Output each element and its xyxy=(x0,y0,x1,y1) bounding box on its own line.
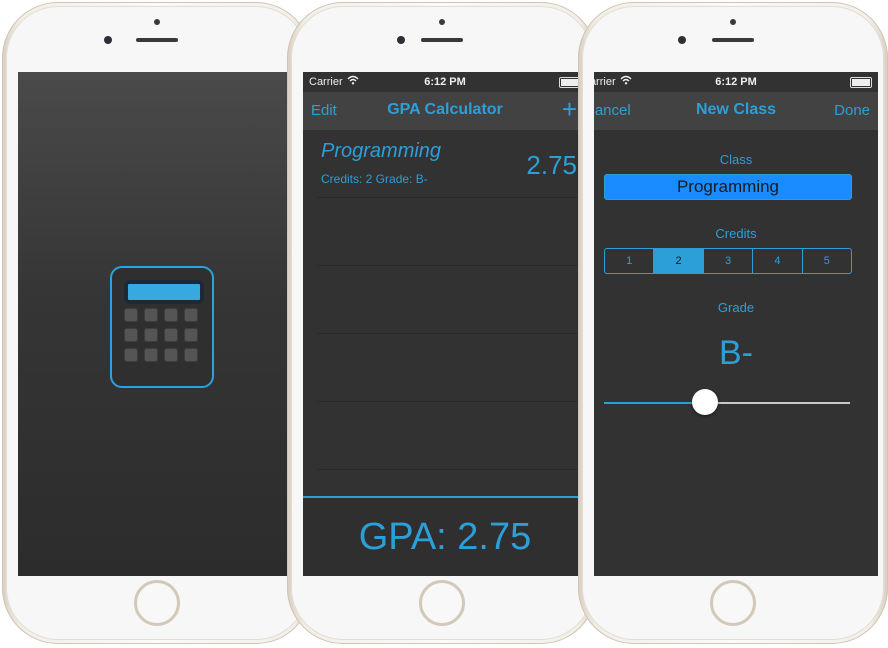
status-bar: Carrier 6:12 PM xyxy=(594,72,878,92)
navigation-bar: Edit GPA Calculator + xyxy=(303,92,587,130)
splash-screen xyxy=(18,72,302,576)
earpiece-speaker xyxy=(712,38,754,42)
empty-row xyxy=(317,198,587,266)
grade-slider-thumb[interactable] xyxy=(691,389,718,415)
class-list: Programming Credits: 2 Grade: B- 2.75 xyxy=(303,130,587,470)
battery-icon xyxy=(850,77,872,88)
credit-option-1[interactable]: 1 xyxy=(605,249,655,273)
navigation-bar: Cancel New Class Done xyxy=(594,92,878,130)
earpiece-speaker xyxy=(421,38,463,42)
gpa-total: GPA: 2.75 xyxy=(358,516,532,558)
gpa-footer: GPA: 2.75 xyxy=(303,496,587,576)
new-class-screen: Carrier 6:12 PM Cancel New Class Done Cl… xyxy=(594,72,878,576)
grade-value: B- xyxy=(719,334,753,372)
credit-option-3[interactable]: 3 xyxy=(704,249,754,273)
credit-option-4[interactable]: 4 xyxy=(753,249,803,273)
class-name: Programming xyxy=(321,140,442,162)
calculator-display xyxy=(124,280,204,304)
earpiece-speaker xyxy=(136,38,178,42)
phone-new-class: Carrier 6:12 PM Cancel New Class Done Cl… xyxy=(578,2,888,644)
front-camera xyxy=(678,36,686,44)
class-name-field[interactable]: Programming xyxy=(604,174,852,200)
empty-row xyxy=(317,402,587,470)
home-button[interactable] xyxy=(419,580,465,626)
credits-segmented-control: 1 2 3 4 5 xyxy=(604,248,852,274)
empty-row xyxy=(317,266,587,334)
grade-slider-fill xyxy=(604,402,705,404)
status-bar: Carrier 6:12 PM xyxy=(303,72,587,92)
front-camera xyxy=(104,36,112,44)
page-title: GPA Calculator xyxy=(387,101,503,118)
home-button[interactable] xyxy=(134,580,180,626)
done-button[interactable]: Done xyxy=(834,102,870,119)
phone-gpa-list: Carrier 6:12 PM Edit GPA Calculator + Pr… xyxy=(287,2,597,644)
class-score: 2.75 xyxy=(526,150,577,180)
grade-label: Grade xyxy=(717,300,755,315)
add-class-button[interactable]: + xyxy=(562,94,577,124)
calculator-keys xyxy=(124,308,202,362)
front-camera xyxy=(397,36,405,44)
empty-row xyxy=(317,334,587,402)
status-time: 6:12 PM xyxy=(715,76,757,88)
proximity-sensor xyxy=(439,19,445,25)
phone-splash xyxy=(2,2,312,644)
credit-option-2[interactable]: 2 xyxy=(654,249,704,273)
home-button[interactable] xyxy=(710,580,756,626)
proximity-sensor xyxy=(154,19,160,25)
gpa-list-screen: Carrier 6:12 PM Edit GPA Calculator + Pr… xyxy=(303,72,587,576)
class-details: Credits: 2 Grade: B- xyxy=(321,172,428,186)
credits-label: Credits xyxy=(715,226,757,241)
grade-slider[interactable] xyxy=(604,389,850,415)
class-label: Class xyxy=(719,152,753,167)
calculator-icon xyxy=(110,266,214,388)
proximity-sensor xyxy=(730,19,736,25)
credit-option-5[interactable]: 5 xyxy=(803,249,851,273)
status-time: 6:12 PM xyxy=(424,76,466,88)
list-item[interactable]: Programming Credits: 2 Grade: B- 2.75 xyxy=(317,130,587,198)
